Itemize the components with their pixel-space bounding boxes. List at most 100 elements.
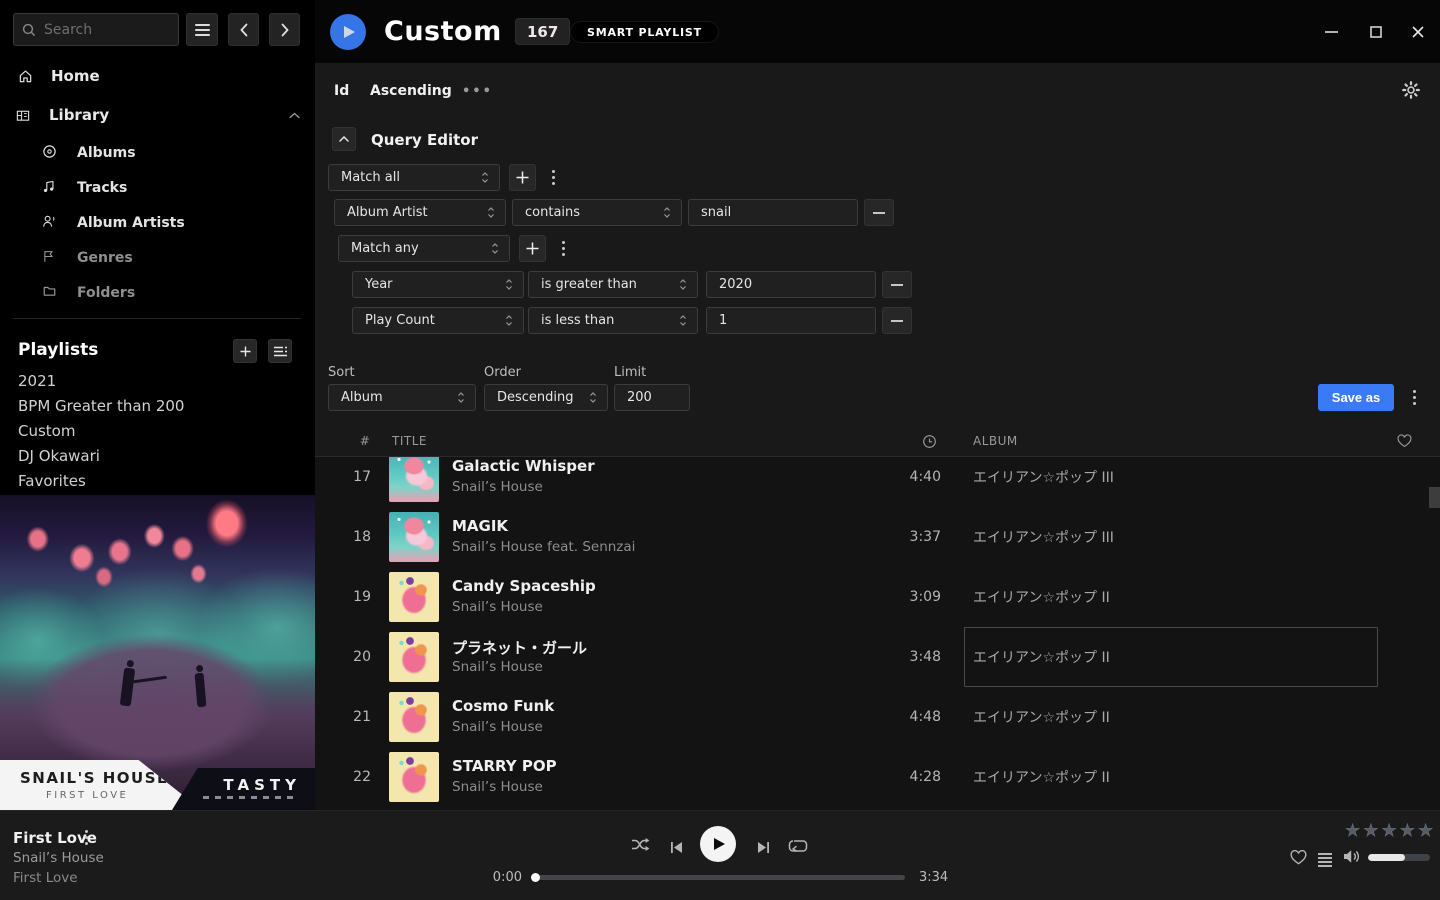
favorite-button[interactable] <box>1290 850 1307 869</box>
rule-value-input[interactable] <box>706 271 876 298</box>
query-editor-collapse-button[interactable] <box>332 127 356 151</box>
shuffle-button[interactable] <box>631 837 652 856</box>
sidebar-item-tracks[interactable]: Tracks <box>42 177 127 199</box>
repeat-button[interactable] <box>788 838 808 857</box>
disc-icon <box>42 144 58 163</box>
playlist-item[interactable]: DJ Okawari <box>18 447 100 465</box>
seek-bar[interactable] <box>535 875 905 880</box>
playlist-item[interactable]: 2021 <box>18 372 56 390</box>
add-playlist-button[interactable] <box>233 339 257 363</box>
playlist-header: Custom 167 SMART PLAYLIST <box>315 0 1440 63</box>
select-arrows-icon <box>505 314 513 327</box>
playlist-item[interactable]: Custom <box>18 422 75 440</box>
save-as-button[interactable]: Save as <box>1318 384 1394 411</box>
column-header-title[interactable]: TITLE <box>392 434 427 448</box>
play-playlist-button[interactable] <box>330 14 366 50</box>
table-row[interactable]: 20 プラネット・ガール Snail’s House 3:48 エイリアン☆ポッ… <box>315 627 1440 687</box>
remove-rule-button[interactable] <box>882 271 912 298</box>
save-menu-button[interactable] <box>1405 384 1423 411</box>
rule-value-input[interactable] <box>706 307 876 334</box>
album-cover-thumb <box>389 632 439 682</box>
search-box[interactable] <box>13 13 179 46</box>
group-menu-button[interactable] <box>545 164 561 191</box>
remove-rule-button[interactable] <box>882 307 912 334</box>
sidebar-item-library[interactable]: Library <box>14 103 300 127</box>
sidebar-item-album-artists[interactable]: Album Artists <box>42 212 185 234</box>
match-mode-select[interactable]: Match all <box>328 164 500 191</box>
volume-button[interactable] <box>1343 849 1362 868</box>
rule-operator-select[interactable]: is greater than <box>528 271 698 298</box>
repeat-icon <box>788 839 808 853</box>
rule-field-select[interactable]: Album Artist <box>334 199 506 226</box>
forward-button[interactable] <box>269 13 300 46</box>
add-rule-button[interactable] <box>509 164 536 191</box>
table-row[interactable]: 18 MAGIK Snail’s House feat. Sennzai 3:3… <box>315 507 1440 567</box>
rule-value-input[interactable] <box>688 199 858 226</box>
limit-input[interactable] <box>614 384 690 411</box>
sidebar-item-label: Album Artists <box>77 215 185 231</box>
previous-button[interactable] <box>670 839 683 858</box>
artist-icon <box>42 214 58 233</box>
close-button[interactable] <box>1407 23 1429 41</box>
match-mode-select[interactable]: Match any <box>338 235 510 262</box>
table-row[interactable]: 21 Cosmo Funk Snail’s House 4:48 エイリアン☆ポ… <box>315 687 1440 747</box>
list-icon <box>274 346 287 357</box>
back-button[interactable] <box>228 13 259 46</box>
music-note-icon <box>42 179 58 198</box>
rule-field-select[interactable]: Year <box>352 271 524 298</box>
group-menu-button[interactable] <box>555 235 571 262</box>
now-playing-album[interactable]: First Love <box>13 870 78 886</box>
menu-button[interactable] <box>186 13 218 46</box>
smart-playlist-badge: SMART PLAYLIST <box>570 21 719 43</box>
clock-icon[interactable] <box>922 434 937 452</box>
sidebar-item-home[interactable]: Home <box>16 64 100 88</box>
settings-button[interactable] <box>1402 81 1420 103</box>
next-button[interactable] <box>757 839 770 858</box>
seek-handle[interactable] <box>531 873 540 882</box>
minimize-button[interactable] <box>1320 23 1342 41</box>
now-playing-artist[interactable]: Snail’s House <box>13 850 104 866</box>
sort-field-button[interactable]: Id <box>334 83 349 99</box>
column-header-album[interactable]: ALBUM <box>973 434 1018 448</box>
sidebar-item-albums[interactable]: Albums <box>42 142 136 164</box>
remove-rule-button[interactable] <box>864 199 894 226</box>
now-playing-artwork[interactable]: SNAIL'S HOUSE FIRST LOVE TASTY <box>0 495 315 810</box>
playlist-title: Custom <box>384 16 502 47</box>
playlist-list-button[interactable] <box>268 339 292 363</box>
sidebar-item-folders[interactable]: Folders <box>42 282 135 304</box>
now-playing-menu-button[interactable] <box>80 829 92 845</box>
table-row[interactable]: 19 Candy Spaceship Snail’s House 3:09 エイ… <box>315 567 1440 627</box>
column-header-number[interactable]: # <box>355 434 375 448</box>
more-options-button[interactable]: ••• <box>462 84 493 99</box>
total-time: 3:34 <box>919 870 948 885</box>
track-number: 22 <box>315 747 371 807</box>
sort-select[interactable]: Album <box>328 384 476 411</box>
heart-icon <box>1290 850 1307 865</box>
rating-stars[interactable]: ★★★★★ <box>1345 821 1436 841</box>
playlist-item[interactable]: Favorites <box>18 472 86 490</box>
rule-operator-select[interactable]: is less than <box>528 307 698 334</box>
artwork-title-text: FIRST LOVE <box>46 790 128 801</box>
order-select[interactable]: Descending <box>484 384 608 411</box>
select-arrows-icon <box>457 391 465 404</box>
playlist-item[interactable]: BPM Greater than 200 <box>18 397 184 415</box>
play-pause-button[interactable] <box>700 826 736 862</box>
table-row[interactable]: 22 STARRY POP Snail’s House 4:28 エイリアン☆ポ… <box>315 747 1440 807</box>
add-rule-button[interactable] <box>519 235 546 262</box>
sort-direction-button[interactable]: Ascending <box>370 83 452 99</box>
track-artist: Snail’s House feat. Sennzai <box>452 539 635 555</box>
sidebar-item-genres[interactable]: Genres <box>42 247 133 269</box>
search-input[interactable] <box>44 22 164 38</box>
flag-icon <box>42 249 58 268</box>
scrollbar-thumb[interactable] <box>1429 487 1440 508</box>
rule-field-select[interactable]: Play Count <box>352 307 524 334</box>
heart-column-icon[interactable] <box>1397 434 1412 451</box>
maximize-button[interactable] <box>1365 23 1387 41</box>
collapse-chevron-icon[interactable] <box>289 112 300 119</box>
queue-button[interactable] <box>1318 851 1332 869</box>
artwork-label-logo: TASTY <box>223 776 301 794</box>
rule-operator-select[interactable]: contains <box>512 199 682 226</box>
table-row[interactable]: 17 Galactic Whisper Snail’s House 4:40 エ… <box>315 457 1440 507</box>
volume-slider[interactable] <box>1368 854 1430 861</box>
track-duration: 3:37 <box>875 507 941 567</box>
